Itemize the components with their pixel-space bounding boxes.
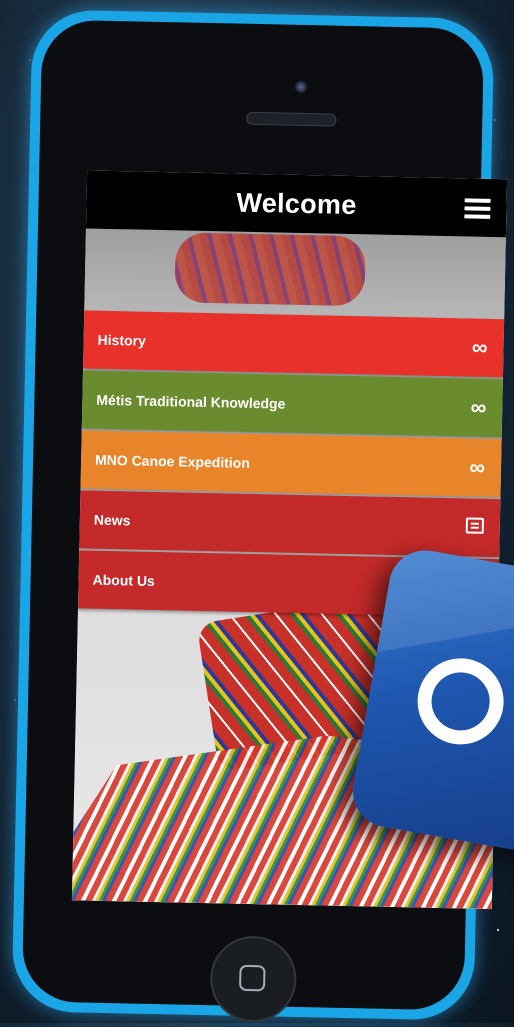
menu-item-mno-canoe-expedition[interactable]: MNO Canoe Expedition ∞	[80, 430, 502, 498]
menu-item-metis-traditional-knowledge[interactable]: Métis Traditional Knowledge ∞	[81, 370, 503, 438]
earpiece-speaker	[246, 111, 337, 127]
woven-sash-image	[174, 232, 366, 307]
menu-item-history[interactable]: History ∞	[83, 310, 505, 378]
hamburger-icon[interactable]	[464, 198, 491, 219]
infinity-icon: ∞	[470, 394, 487, 420]
front-camera	[294, 80, 308, 94]
infinity-logo-icon	[410, 651, 511, 752]
phone-device: Welcome History ∞ Métis Traditional Know…	[11, 9, 508, 1023]
infinity-icon: ∞	[469, 454, 486, 480]
phone-body: Welcome History ∞ Métis Traditional Know…	[21, 19, 508, 1023]
hamburger-bar	[464, 214, 491, 219]
news-icon	[465, 517, 484, 534]
menu-item-label: News	[93, 511, 131, 529]
hamburger-bar	[464, 206, 491, 211]
menu-item-label: Métis Traditional Knowledge	[96, 391, 286, 412]
app-header: Welcome	[85, 170, 508, 238]
menu-item-label: History	[97, 331, 147, 349]
menu-item-label: About Us	[92, 571, 155, 589]
home-button[interactable]	[209, 935, 298, 1023]
menu-item-news[interactable]: News	[79, 490, 501, 558]
menu-item-label: MNO Canoe Expedition	[94, 451, 251, 471]
hamburger-bar	[464, 198, 491, 203]
page-title: Welcome	[236, 187, 357, 220]
home-square-icon	[239, 964, 266, 992]
infinity-icon: ∞	[471, 334, 488, 360]
